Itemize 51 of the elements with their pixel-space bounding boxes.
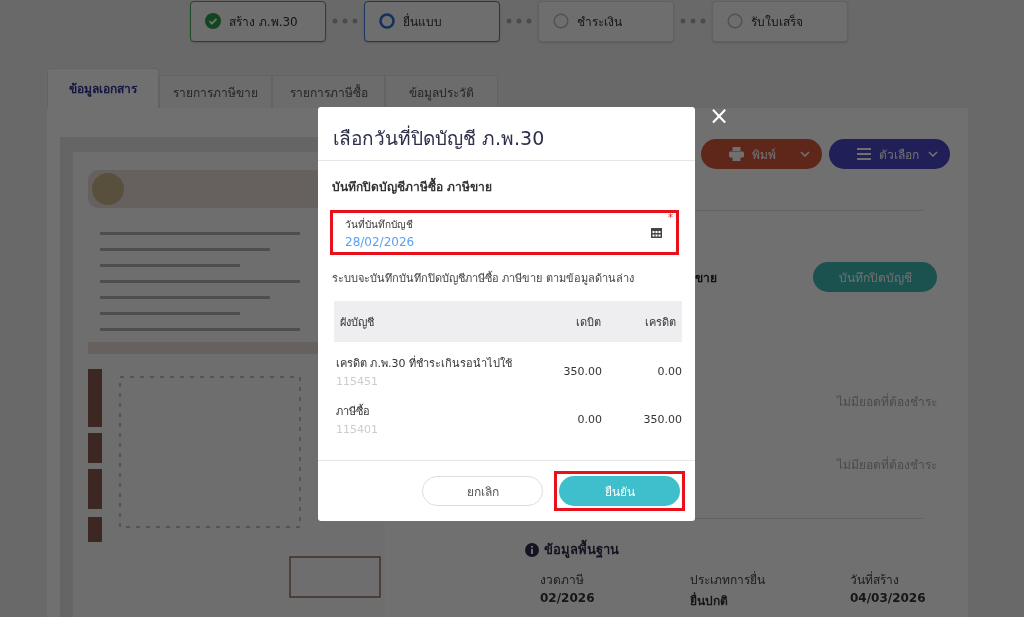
chevron-down-icon (928, 151, 938, 157)
field-label: ประเภทการยื่น (690, 570, 766, 589)
tab[interactable]: รายการภาษีซื้อ (272, 75, 385, 108)
step-item[interactable]: ยื่นแบบ (364, 0, 500, 42)
step-item[interactable]: สร้าง ภ.พ.30 (190, 0, 326, 42)
dots-icon (680, 18, 706, 24)
tab[interactable]: ข้อมูลเอกสาร (47, 68, 159, 108)
confirm-button[interactable]: ยืนยัน (559, 476, 680, 506)
print-button[interactable]: พิมพ์ (701, 139, 822, 169)
menu-icon (857, 148, 871, 160)
calendar-icon (651, 227, 662, 238)
dialog-title: เลือกวันที่ปิดบัญชี ภ.พ.30 (318, 107, 695, 161)
ring-icon (553, 13, 569, 29)
table-cell-text: 0.00 (656, 364, 682, 378)
ring-icon (379, 13, 395, 29)
field-value: 04/03/2026 (850, 591, 927, 605)
table-cell-text: 0.00 (576, 412, 602, 426)
step-item[interactable]: ชำระเงิน (538, 0, 674, 42)
field-value: ยื่นปกติ (690, 591, 729, 610)
info-icon (525, 542, 539, 557)
table-cell-text: 350.00 (642, 412, 682, 426)
tab[interactable]: รายการภาษีขาย (159, 75, 272, 108)
check-circle-icon (205, 13, 221, 29)
field-label: วันที่บันทึกบัญชี (345, 216, 414, 232)
account-name: เครดิต ภ.พ.30 ที่ชำระเกินรอนำไปใช้ (336, 354, 513, 372)
date-field[interactable]: วันที่บันทึกบัญชี 28/02/2026 * (330, 210, 679, 255)
field-value: 28/02/2026 (345, 234, 416, 249)
options-button[interactable]: ตัวเลือก (829, 139, 950, 169)
ring-icon (727, 13, 743, 29)
close-button[interactable]: × (709, 102, 730, 130)
description-text: ระบบจะบันทึกบันทึกปิดบัญชีภาษีซื้อ ภาษีขาย ตามข้อมูลด้านล่าง (332, 270, 635, 287)
field-label: วันที่สร้าง (850, 570, 900, 589)
dots-icon (506, 18, 532, 24)
field-label: งวดภาษี (540, 572, 585, 589)
column-header: ผังบัญชี (340, 314, 375, 331)
dots-icon (332, 18, 358, 24)
required-mark: * (668, 212, 673, 223)
row-label: ขาย (695, 269, 717, 287)
tab[interactable]: ข้อมูลประวัติ (385, 75, 498, 108)
cancel-button[interactable]: ยกเลิก (422, 476, 543, 506)
field-value: 02/2026 (540, 591, 596, 605)
chevron-down-icon (800, 151, 810, 157)
section-title: บันทึกปิดบัญชีภาษีซื้อ ภาษีขาย (332, 177, 681, 196)
table-cell-text: 350.00 (562, 364, 602, 378)
close-account-button[interactable]: บันทึกปิดบัญชี (813, 262, 937, 292)
column-header: เดบิต (575, 314, 601, 331)
printer-icon (729, 147, 744, 161)
section-title: ข้อมูลพื้นฐาน (544, 539, 619, 560)
step-item[interactable]: รับใบเสร็จ (712, 0, 848, 42)
account-name: ภาษีซื้อ (336, 403, 371, 420)
column-header: เครดิต (644, 314, 676, 331)
